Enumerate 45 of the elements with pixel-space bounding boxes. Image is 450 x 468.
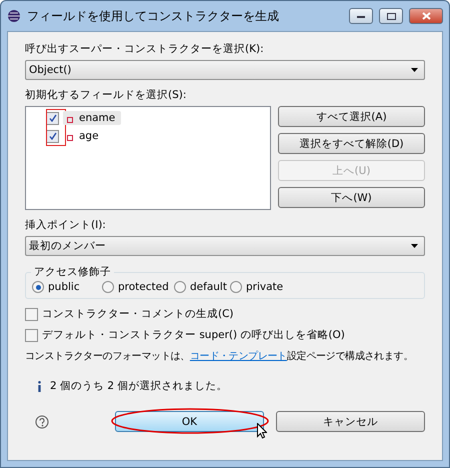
minimize-icon xyxy=(357,14,365,18)
code-template-link[interactable]: コード・テンプレート xyxy=(190,351,287,362)
list-action-button[interactable]: すべて選択(A) xyxy=(278,106,425,127)
fields-label: 初期化するフィールドを選択(S): xyxy=(25,88,188,102)
field-checkbox[interactable] xyxy=(46,112,59,124)
option-label: デフォルト・コンストラクター super() の呼び出しを省略(O) xyxy=(42,328,345,342)
option-checkbox[interactable] xyxy=(25,308,38,320)
insertion-point-dropdown[interactable]: 最初のメンバー xyxy=(25,236,425,256)
help-icon[interactable] xyxy=(35,414,49,428)
dialog-button[interactable]: OK xyxy=(115,411,264,432)
field-item[interactable]: age xyxy=(63,129,105,143)
radio-button[interactable] xyxy=(230,281,242,293)
close-button[interactable] xyxy=(409,8,443,24)
field-icon xyxy=(67,135,73,141)
super-constructor-dropdown[interactable]: Object() xyxy=(25,60,425,80)
radio-button[interactable] xyxy=(102,281,114,293)
caret-icon xyxy=(411,244,418,248)
option-checkbox[interactable] xyxy=(25,328,38,342)
radio-button[interactable] xyxy=(32,281,44,293)
globe-icon xyxy=(7,9,21,23)
format-note: コンストラクターのフォーマットは、コード・テンプレート 設定ページで構成されます。 xyxy=(25,350,414,363)
super-constructor-label: 呼び出すスーパー・コンストラクターを選択(K): xyxy=(25,42,265,56)
radio-label: default xyxy=(190,281,227,293)
caret-icon xyxy=(411,68,418,72)
field-icon xyxy=(67,117,73,123)
dialog-button[interactable]: キャンセル xyxy=(276,411,425,432)
cursor-icon xyxy=(257,423,267,439)
maximize-button[interactable] xyxy=(379,8,403,24)
radio-label: protected xyxy=(118,281,169,293)
info-icon xyxy=(37,380,42,392)
window-title: フィールドを使用してコンストラクターを生成 xyxy=(27,8,280,24)
list-action-button[interactable]: 選択をすべて解除(D) xyxy=(278,133,425,154)
minimize-button[interactable] xyxy=(349,8,373,24)
option-label: コンストラクター・コメントの生成(C) xyxy=(42,307,234,321)
list-action-button[interactable]: 下へ(W) xyxy=(278,187,425,208)
insertion-point-label: 挿入ポイント(I): xyxy=(25,218,107,232)
field-item[interactable]: ename xyxy=(63,111,122,125)
radio-label: private xyxy=(246,281,284,293)
field-checkbox[interactable] xyxy=(46,130,59,142)
radio-button[interactable] xyxy=(174,281,186,293)
status-message: 2 個のうち 2 個が選択されました。 xyxy=(50,379,228,393)
maximize-icon xyxy=(386,12,396,20)
close-icon xyxy=(422,12,430,20)
radio-label: public xyxy=(48,281,80,293)
group-title: アクセス修飾子 xyxy=(31,265,114,279)
